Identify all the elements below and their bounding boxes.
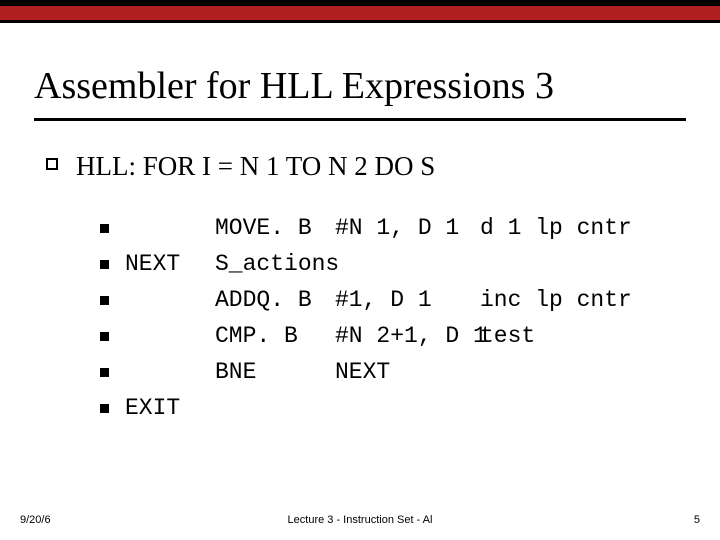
asm-line: CMP. B #N 2+1, D 1 test	[125, 325, 535, 348]
slide: Assembler for HLL Expressions 3 HLL: FOR…	[0, 0, 720, 540]
asm-row: ADDQ. B #1, D 1 inc lp cntr	[100, 282, 686, 318]
asm-operands: #1, D 1	[335, 289, 480, 312]
decor-thin-rule	[0, 20, 720, 23]
asm-operands: #N 1, D 1	[335, 217, 480, 240]
asm-line: BNE NEXT	[125, 361, 480, 384]
footer-center: Lecture 3 - Instruction Set - Al	[20, 514, 700, 526]
asm-line: EXIT	[125, 397, 480, 420]
asm-listing: MOVE. B #N 1, D 1 d 1 lp cntr NEXT S_act…	[100, 210, 686, 426]
asm-comment: test	[480, 325, 535, 348]
asm-operands: #N 2+1, D 1	[335, 325, 480, 348]
decor-accent-red	[0, 6, 720, 20]
asm-row: CMP. B #N 2+1, D 1 test	[100, 318, 686, 354]
asm-label: NEXT	[125, 253, 215, 276]
asm-line: MOVE. B #N 1, D 1 d 1 lp cntr	[125, 217, 632, 240]
asm-mnemonic: ADDQ. B	[215, 289, 335, 312]
square-fill-icon	[100, 404, 109, 413]
square-fill-icon	[100, 224, 109, 233]
footer: 9/20/6 Lecture 3 - Instruction Set - Al …	[20, 514, 700, 526]
square-fill-icon	[100, 332, 109, 341]
square-fill-icon	[100, 368, 109, 377]
asm-mnemonic: S_actions	[215, 253, 335, 276]
bullet-level1: HLL: FOR I = N 1 TO N 2 DO S	[46, 150, 686, 182]
asm-label: EXIT	[125, 397, 215, 420]
asm-line: ADDQ. B #1, D 1 inc lp cntr	[125, 289, 632, 312]
asm-label	[125, 361, 215, 384]
asm-comment: d 1 lp cntr	[480, 217, 632, 240]
asm-comment: inc lp cntr	[480, 289, 632, 312]
asm-mnemonic: MOVE. B	[215, 217, 335, 240]
asm-label	[125, 325, 215, 348]
asm-row: BNE NEXT	[100, 354, 686, 390]
asm-operands	[335, 397, 480, 420]
asm-row: NEXT S_actions	[100, 246, 686, 282]
asm-label	[125, 289, 215, 312]
asm-line: NEXT S_actions	[125, 253, 480, 276]
asm-row: MOVE. B #N 1, D 1 d 1 lp cntr	[100, 210, 686, 246]
asm-row: EXIT	[100, 390, 686, 426]
content-body: HLL: FOR I = N 1 TO N 2 DO S MOVE. B #N …	[46, 150, 686, 426]
asm-mnemonic: BNE	[215, 361, 335, 384]
square-fill-icon	[100, 260, 109, 269]
asm-mnemonic: CMP. B	[215, 325, 335, 348]
footer-page: 5	[694, 514, 700, 526]
square-open-icon	[46, 158, 58, 170]
hll-statement: HLL: FOR I = N 1 TO N 2 DO S	[76, 150, 435, 182]
asm-operands	[335, 253, 480, 276]
asm-label	[125, 217, 215, 240]
square-fill-icon	[100, 296, 109, 305]
slide-title: Assembler for HLL Expressions 3	[34, 66, 686, 108]
asm-mnemonic	[215, 397, 335, 420]
title-block: Assembler for HLL Expressions 3	[34, 66, 686, 121]
title-underline	[34, 118, 686, 121]
footer-date: 9/20/6	[20, 514, 51, 526]
asm-operands: NEXT	[335, 361, 480, 384]
